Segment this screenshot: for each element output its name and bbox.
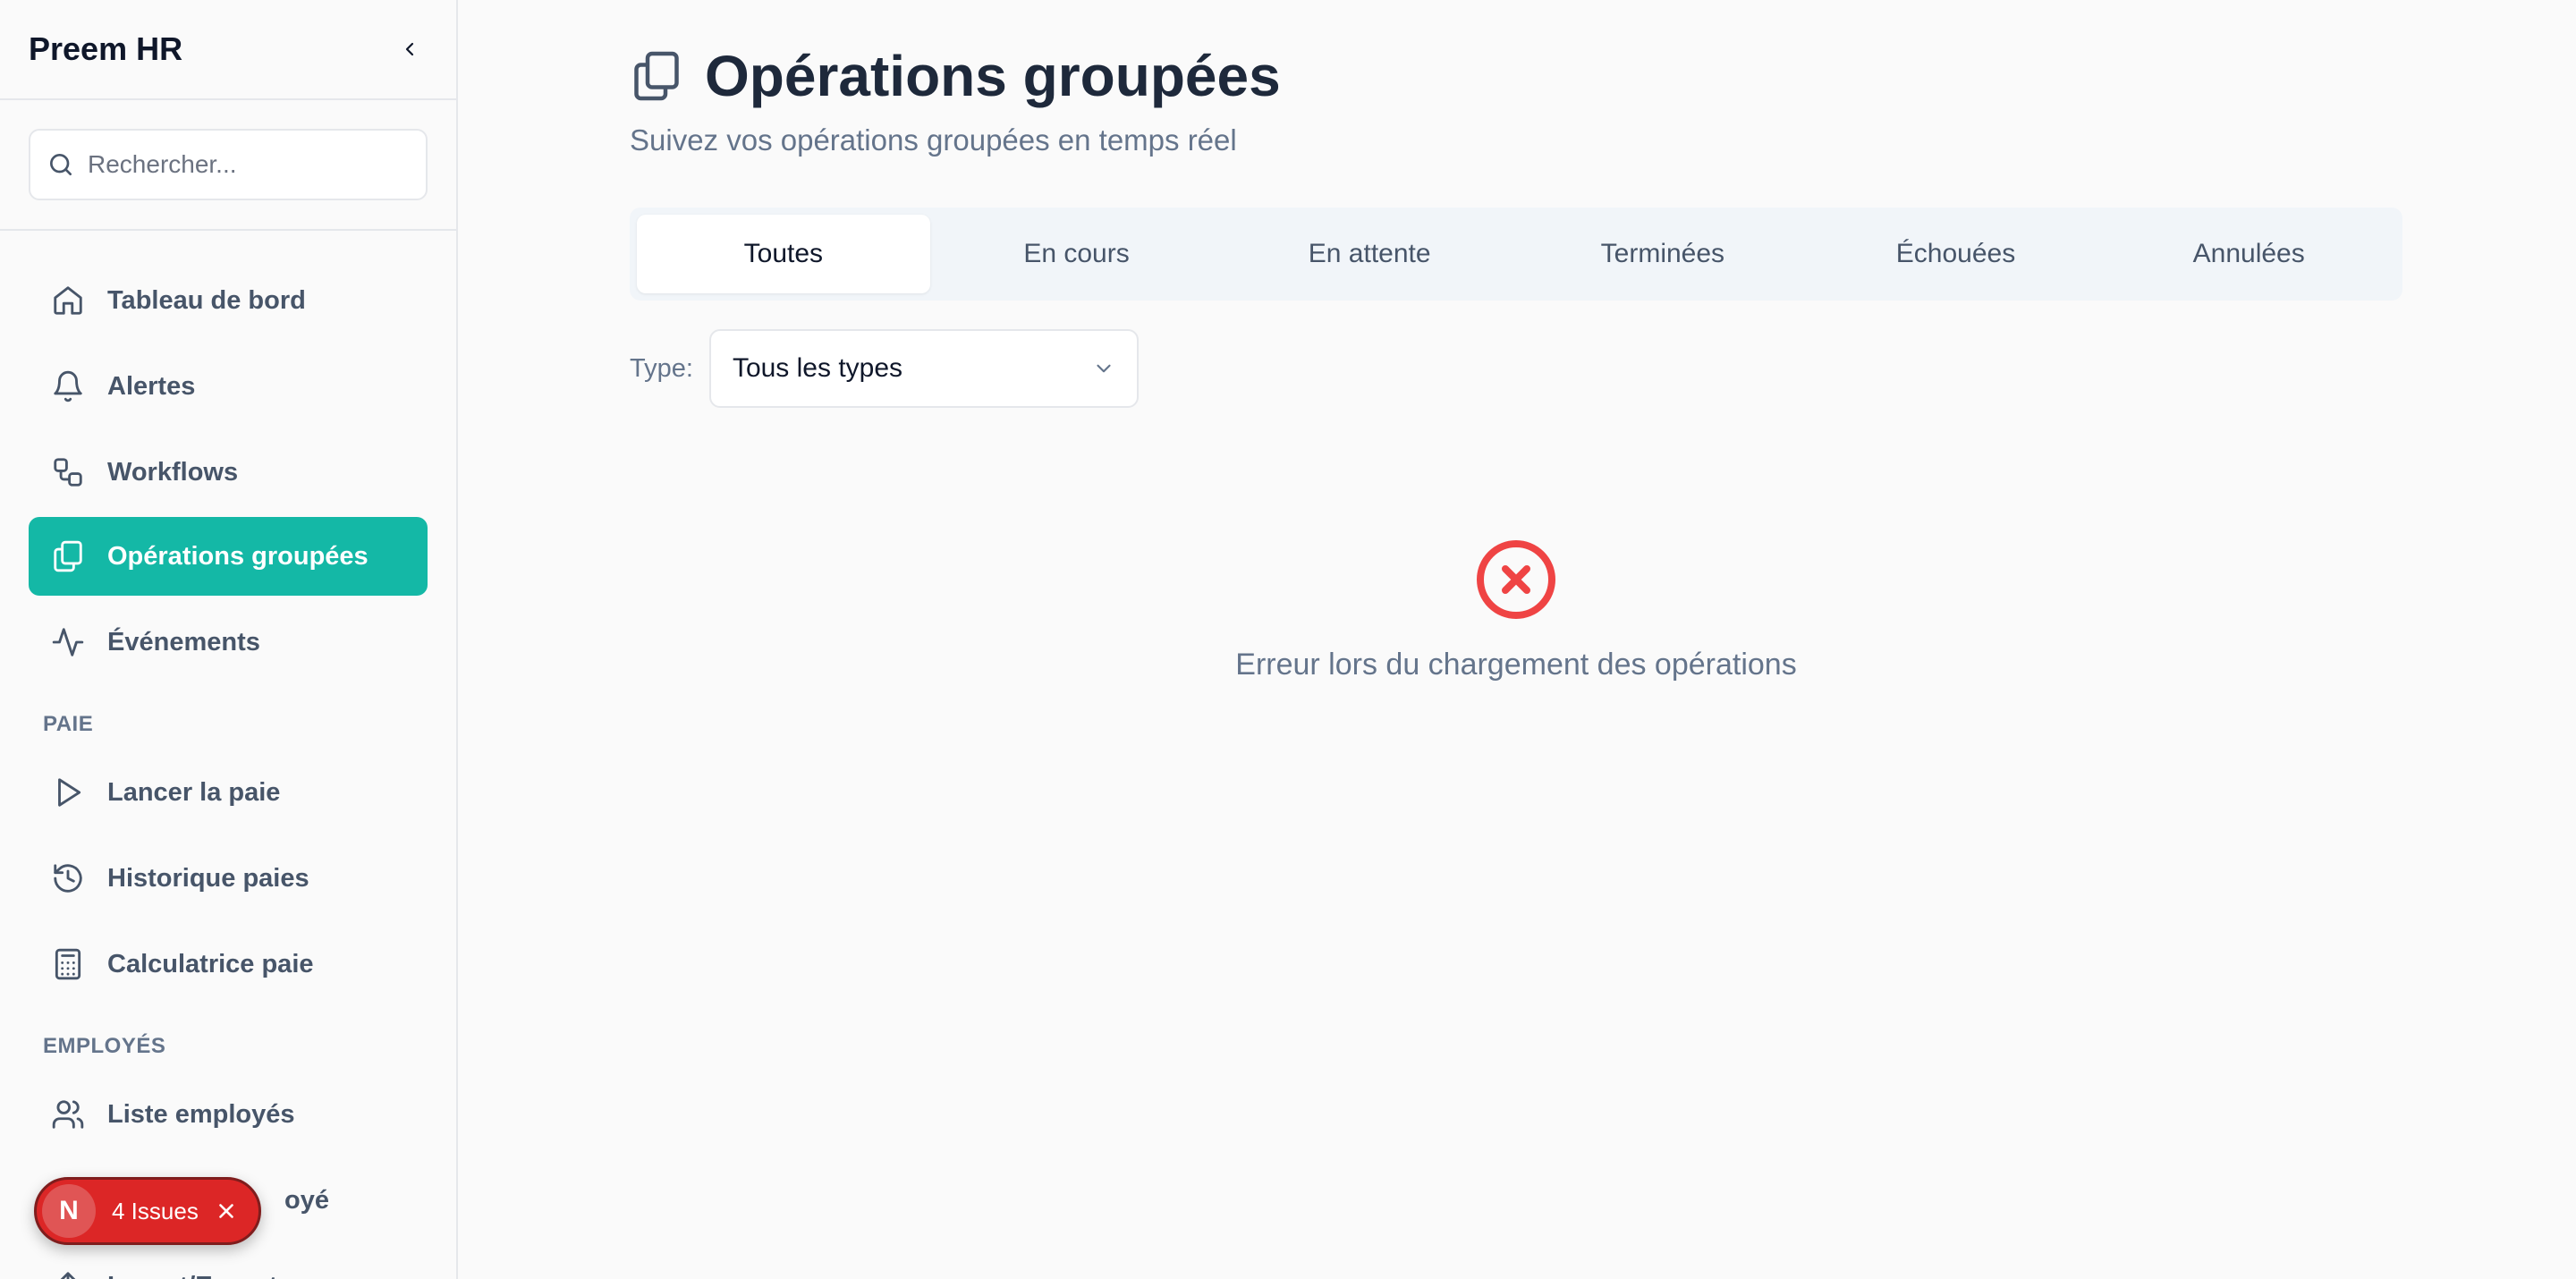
brand-name: Preem HR xyxy=(29,30,183,67)
section-title-paie: PAIE xyxy=(43,712,94,736)
tab-toutes[interactable]: Toutes xyxy=(637,215,930,293)
users-icon xyxy=(50,1097,86,1132)
sidebar-item-label: Lancer la paie xyxy=(107,777,281,807)
calculator-icon xyxy=(50,946,86,982)
copy-icon xyxy=(50,538,86,574)
close-icon xyxy=(219,1204,233,1218)
sidebar-item-calculatrice-paie[interactable]: Calculatrice paie xyxy=(29,925,428,1004)
bell-icon xyxy=(50,368,86,404)
page-title: Opérations groupées xyxy=(705,44,1281,108)
error-state: Erreur lors du chargement des opérations xyxy=(630,537,2402,682)
sidebar-item-label: Liste employés xyxy=(107,1099,295,1129)
sidebar-header: Preem HR xyxy=(0,0,456,100)
activity-icon xyxy=(50,624,86,660)
search-input[interactable] xyxy=(88,131,410,199)
type-select-value: Tous les types xyxy=(732,353,903,383)
sidebar-item-evenements[interactable]: Événements xyxy=(29,603,428,682)
sidebar-item-label: Événements xyxy=(107,627,260,656)
nextjs-logo-icon: N xyxy=(42,1184,96,1238)
chevron-left-icon xyxy=(405,42,414,56)
sidebar-item-label: Workflows xyxy=(107,457,239,487)
sidebar: Preem HR Tableau de bord Alertes Workflo… xyxy=(0,0,458,1279)
error-message: Erreur lors du chargement des opérations xyxy=(1235,648,1797,682)
main-content: Opérations groupées Suivez vos opération… xyxy=(460,0,2576,1279)
workflow-icon xyxy=(50,454,86,490)
sidebar-item-label: Historique paies xyxy=(107,863,309,893)
copy-icon xyxy=(630,47,683,105)
tab-en-attente[interactable]: En attente xyxy=(1223,215,1516,293)
tab-echouees[interactable]: Échouées xyxy=(1809,215,2103,293)
issues-toast[interactable]: N 4 Issues xyxy=(34,1177,261,1245)
sidebar-search-area xyxy=(0,100,456,231)
sidebar-item-label: Opérations groupées xyxy=(107,541,369,571)
home-icon xyxy=(50,283,86,318)
type-select[interactable]: Tous les types xyxy=(708,329,1139,408)
issues-count: 4 Issues xyxy=(112,1197,199,1224)
history-icon xyxy=(50,860,86,896)
page-subtitle: Suivez vos opérations groupées en temps … xyxy=(630,123,1237,157)
sidebar-item-operations-groupees[interactable]: Opérations groupées xyxy=(29,517,428,596)
search-icon xyxy=(50,154,72,175)
sidebar-item-lancer-la-paie[interactable]: Lancer la paie xyxy=(29,753,428,832)
play-icon xyxy=(50,775,86,810)
tab-annulees[interactable]: Annulées xyxy=(2102,215,2395,293)
sidebar-item-label: Import/Export xyxy=(107,1272,277,1279)
collapse-sidebar-button[interactable] xyxy=(392,31,428,67)
status-tabs: Toutes En cours En attente Terminées Éch… xyxy=(630,208,2402,301)
error-circle-icon xyxy=(1477,540,1555,619)
sidebar-item-label: Tableau de bord xyxy=(107,285,306,315)
tab-en-cours[interactable]: En cours xyxy=(930,215,1224,293)
sidebar-item-label: Alertes xyxy=(107,371,196,401)
sidebar-item-import-export[interactable]: Import/Export xyxy=(29,1247,428,1279)
sidebar-search xyxy=(29,129,428,200)
page-header: Opérations groupées Suivez vos opération… xyxy=(630,43,1281,157)
tab-terminees[interactable]: Terminées xyxy=(1516,215,1809,293)
close-issues-button[interactable] xyxy=(213,1198,240,1224)
sidebar-item-workflows[interactable]: Workflows xyxy=(29,433,428,512)
sidebar-item-label: Calculatrice paie xyxy=(107,949,314,978)
chevron-down-icon xyxy=(1097,364,1111,373)
sidebar-item-tableau-de-bord[interactable]: Tableau de bord xyxy=(29,261,428,340)
section-title-employes: EMPLOYÉS xyxy=(43,1034,166,1058)
type-filter: Type: Tous les types xyxy=(630,329,1139,408)
sidebar-item-liste-employes[interactable]: Liste employés xyxy=(29,1075,428,1154)
sidebar-item-historique-paies[interactable]: Historique paies xyxy=(29,839,428,918)
sidebar-item-alertes[interactable]: Alertes xyxy=(29,347,428,426)
upload-icon xyxy=(50,1268,86,1279)
type-filter-label: Type: xyxy=(630,353,693,383)
